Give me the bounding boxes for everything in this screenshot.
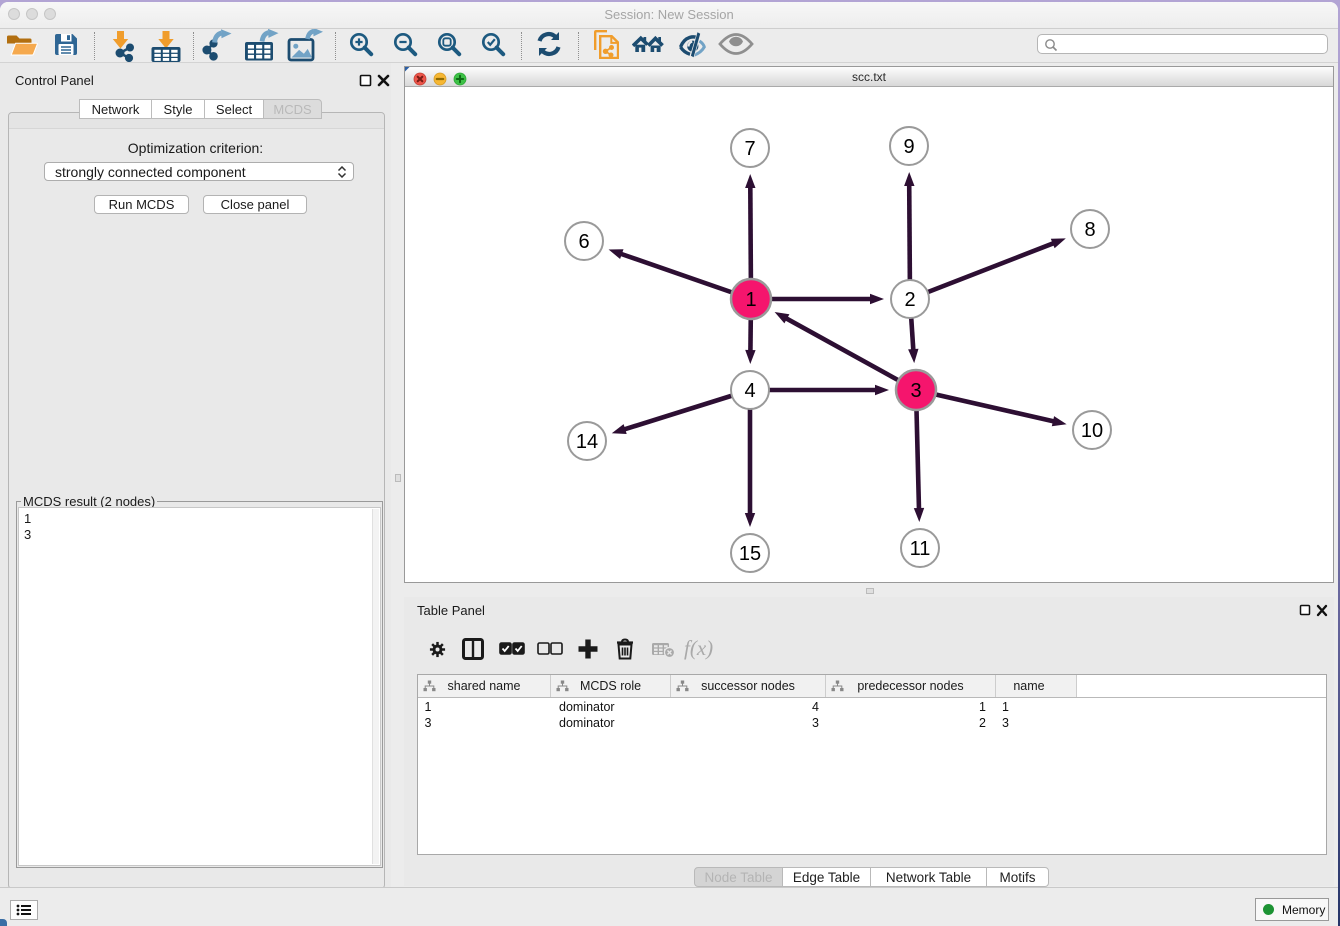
- svg-text:8: 8: [1084, 219, 1095, 241]
- svg-text:f(x): f(x): [684, 637, 713, 660]
- svg-text:3: 3: [910, 380, 921, 402]
- svg-text:11: 11: [910, 538, 931, 560]
- svg-text:7: 7: [744, 138, 755, 160]
- svg-text:1: 1: [745, 289, 756, 311]
- svg-text:10: 10: [1081, 420, 1103, 442]
- svg-text:14: 14: [576, 431, 598, 453]
- svg-text:9: 9: [903, 136, 914, 158]
- svg-text:4: 4: [744, 380, 755, 402]
- svg-text:6: 6: [578, 231, 589, 253]
- svg-text:15: 15: [739, 543, 761, 565]
- svg-text:2: 2: [904, 289, 915, 311]
